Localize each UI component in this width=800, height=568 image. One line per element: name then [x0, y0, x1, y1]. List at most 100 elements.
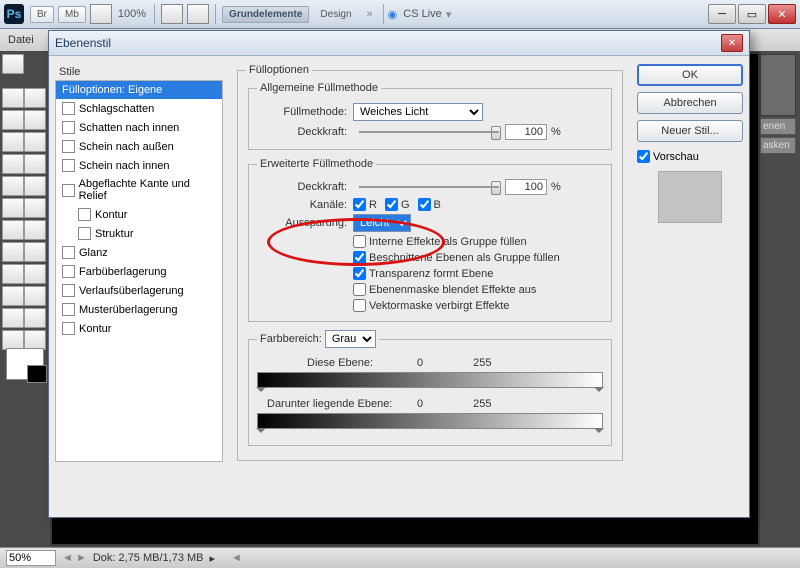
stamp-tool-icon[interactable]	[2, 198, 24, 218]
opacity-slider[interactable]	[359, 125, 499, 139]
preview-swatch	[658, 171, 722, 223]
layer-style-dialog: Ebenenstil ✕ Stile Fülloptionen: EigeneS…	[48, 30, 750, 518]
heal-tool-icon[interactable]	[24, 154, 46, 174]
adv-option[interactable]: Transparenz formt Ebene	[353, 267, 493, 280]
screen-mode-icon[interactable]	[187, 4, 209, 24]
window-minimize-button[interactable]: ─	[708, 4, 736, 24]
marquee-tool-icon[interactable]	[2, 88, 24, 108]
cancel-button[interactable]: Abbrechen	[637, 92, 743, 114]
new-style-button[interactable]: Neuer Stil...	[637, 120, 743, 142]
style-item[interactable]: Fülloptionen: Eigene	[56, 81, 222, 99]
style-item[interactable]: Schein nach innen	[56, 156, 222, 175]
wand-tool-icon[interactable]	[24, 110, 46, 130]
right-tab-1[interactable]: enen	[760, 118, 796, 135]
underlayer-slider[interactable]	[257, 413, 603, 429]
checkbox-icon[interactable]	[62, 184, 75, 197]
checkbox-icon[interactable]	[78, 208, 91, 221]
crop-tool-icon[interactable]	[2, 132, 24, 152]
checkbox-icon[interactable]	[62, 159, 75, 172]
move-tool-icon[interactable]	[24, 88, 46, 108]
brush-tool-icon[interactable]	[2, 176, 24, 196]
knockout-select[interactable]: Leicht	[353, 214, 411, 232]
adv-option[interactable]: Vektormaske verbirgt Effekte	[353, 299, 509, 312]
workspace-grundelemente[interactable]: Grundelemente	[222, 6, 309, 23]
window-close-button[interactable]: ✕	[768, 4, 796, 24]
checkbox-icon[interactable]	[62, 265, 75, 278]
dialog-close-button[interactable]: ✕	[721, 34, 743, 52]
dialog-titlebar[interactable]: Ebenenstil ✕	[49, 31, 749, 56]
style-item[interactable]: Abgeflachte Kante und Relief	[56, 175, 222, 205]
blur-tool-icon[interactable]	[2, 242, 24, 262]
checkbox-icon[interactable]	[62, 303, 75, 316]
fillmethod-label: Füllmethode:	[257, 106, 347, 118]
direct-tool-icon[interactable]	[24, 286, 46, 306]
3d-tool-icon[interactable]	[24, 308, 46, 328]
preview-checkbox[interactable]: Vorschau	[637, 150, 743, 163]
style-item-label: Schein nach außen	[79, 141, 174, 153]
slice-tool-icon[interactable]	[24, 132, 46, 152]
window-maximize-button[interactable]: ▭	[738, 4, 766, 24]
styles-list[interactable]: Fülloptionen: EigeneSchlagschattenSchatt…	[55, 80, 223, 462]
br-button[interactable]: Br	[30, 6, 54, 23]
lasso-tool-icon[interactable]	[2, 110, 24, 130]
hand-tool-icon[interactable]	[2, 54, 24, 74]
style-item[interactable]: Glanz	[56, 243, 222, 262]
shape-tool-icon[interactable]	[2, 308, 24, 328]
checkbox-icon[interactable]	[62, 322, 75, 335]
channel-r[interactable]: R	[353, 198, 377, 211]
fill-opacity-slider[interactable]	[359, 180, 499, 194]
fg-bg-swatch[interactable]	[6, 348, 44, 380]
dodge-tool-icon[interactable]	[24, 242, 46, 262]
fillmethod-select[interactable]: Weiches Licht	[353, 103, 483, 121]
checkbox-icon[interactable]	[62, 102, 75, 115]
menu-datei[interactable]: Datei	[8, 34, 34, 46]
right-tab-2[interactable]: asken	[760, 137, 796, 154]
type-tool-icon[interactable]	[24, 264, 46, 284]
separator	[154, 4, 155, 24]
panel-1[interactable]	[760, 54, 796, 116]
view-mode-icon[interactable]	[161, 4, 183, 24]
adv-option[interactable]: Ebenenmaske blendet Effekte aus	[353, 283, 536, 296]
adv-option[interactable]: Beschnittene Ebenen als Gruppe füllen	[353, 251, 560, 264]
thislayer-label: Diese Ebene:	[307, 357, 417, 369]
style-item[interactable]: Verlaufsüberlagerung	[56, 281, 222, 300]
history-tool-icon[interactable]	[24, 198, 46, 218]
cslive-label[interactable]: CS Live	[403, 8, 442, 20]
hand2-tool-icon[interactable]	[2, 330, 24, 350]
style-item[interactable]: Farbüberlagerung	[56, 262, 222, 281]
blendif-channel-select[interactable]: Grau	[325, 330, 376, 348]
fill-opacity-label: Deckkraft:	[257, 181, 347, 193]
thislayer-slider[interactable]	[257, 372, 603, 388]
style-item[interactable]: Musterüberlagerung	[56, 300, 222, 319]
opacity-value[interactable]: 100	[505, 124, 547, 140]
film-icon[interactable]	[90, 4, 112, 24]
zoom-input[interactable]	[6, 550, 56, 566]
ok-button[interactable]: OK	[637, 64, 743, 86]
adv-option[interactable]: Interne Effekte als Gruppe füllen	[353, 235, 527, 248]
checkbox-icon[interactable]	[78, 227, 91, 240]
style-item[interactable]: Schlagschatten	[56, 99, 222, 118]
path-tool-icon[interactable]	[2, 286, 24, 306]
zoom-tool-icon[interactable]	[24, 330, 46, 350]
style-item[interactable]: Kontur	[56, 319, 222, 338]
style-item[interactable]: Struktur	[56, 224, 222, 243]
advanced-fill-group: Erweiterte Füllmethode Deckkraft: 100 % …	[248, 158, 612, 322]
pen-tool-icon[interactable]	[2, 264, 24, 284]
eyedropper-tool-icon[interactable]	[2, 154, 24, 174]
checkbox-icon[interactable]	[62, 121, 75, 134]
workspace-design[interactable]: Design	[313, 6, 358, 23]
eraser-tool-icon[interactable]	[2, 220, 24, 240]
pencil-tool-icon[interactable]	[24, 176, 46, 196]
style-item[interactable]: Schein nach außen	[56, 137, 222, 156]
fill-options-title: Fülloptionen	[246, 64, 312, 76]
gradient-tool-icon[interactable]	[24, 220, 46, 240]
checkbox-icon[interactable]	[62, 140, 75, 153]
checkbox-icon[interactable]	[62, 284, 75, 297]
channel-b[interactable]: B	[418, 198, 441, 211]
checkbox-icon[interactable]	[62, 246, 75, 259]
style-item[interactable]: Kontur	[56, 205, 222, 224]
mb-button[interactable]: Mb	[58, 6, 86, 23]
style-item[interactable]: Schatten nach innen	[56, 118, 222, 137]
channel-g[interactable]: G	[385, 198, 410, 211]
fill-opacity-value[interactable]: 100	[505, 179, 547, 195]
